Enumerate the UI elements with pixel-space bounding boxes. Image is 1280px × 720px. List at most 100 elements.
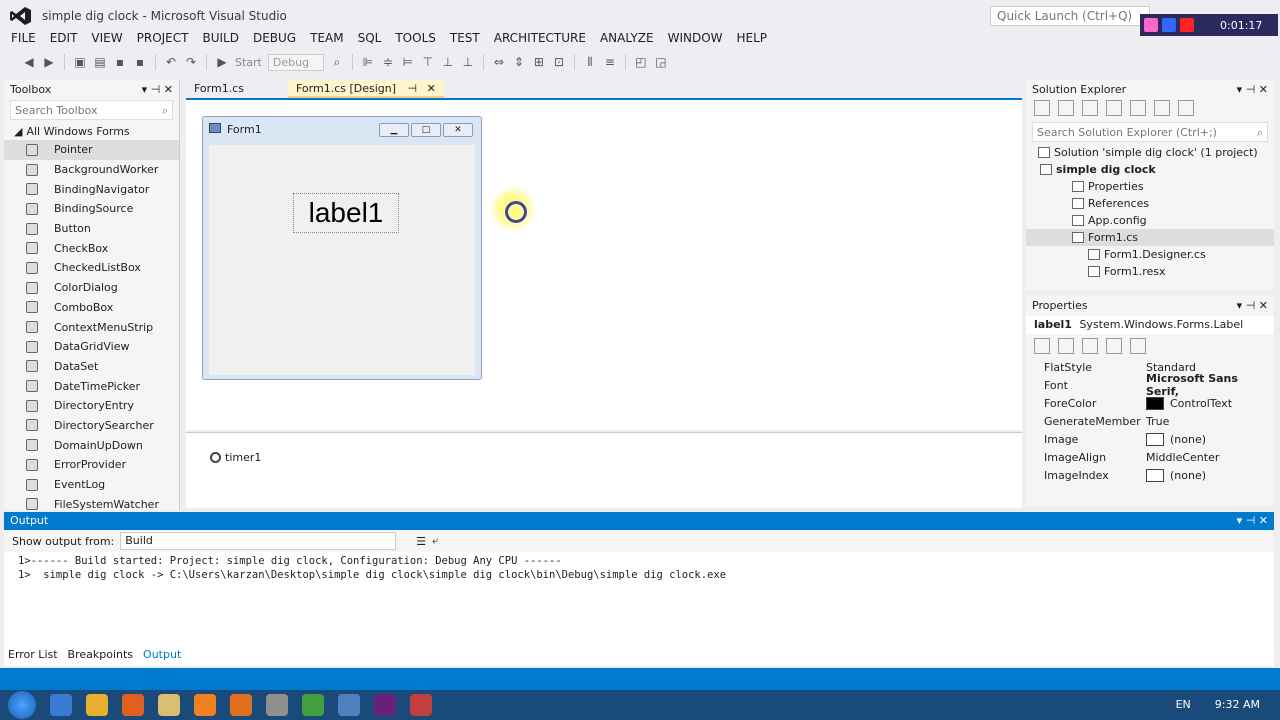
start-button[interactable]: Start bbox=[235, 56, 262, 69]
ie-icon[interactable] bbox=[50, 694, 72, 716]
property-value[interactable]: True bbox=[1146, 415, 1274, 428]
vertical-spacing-icon[interactable]: ≡ bbox=[603, 55, 617, 69]
toolbox-item[interactable]: DateTimePicker bbox=[4, 376, 179, 396]
solution-tree-item[interactable]: Properties bbox=[1026, 178, 1274, 195]
property-value[interactable]: (none) bbox=[1146, 468, 1274, 482]
property-value[interactable]: Microsoft Sans Serif, bbox=[1146, 372, 1274, 398]
clock[interactable]: 9:32 AM bbox=[1215, 698, 1260, 711]
start-button[interactable] bbox=[8, 691, 36, 719]
back-icon[interactable]: ◀ bbox=[22, 55, 36, 69]
app-icon[interactable] bbox=[410, 694, 432, 716]
toolbox-item[interactable]: BindingNavigator bbox=[4, 179, 179, 199]
panel-controls[interactable]: ▾ ⊣ ✕ bbox=[1237, 514, 1268, 528]
toolbox-item[interactable]: DataGridView bbox=[4, 337, 179, 357]
panel-controls[interactable]: ▾ ⊣ ✕ bbox=[1237, 299, 1268, 312]
save-all-icon[interactable]: ▪ bbox=[133, 55, 147, 69]
property-value[interactable]: (none) bbox=[1146, 432, 1274, 446]
folder-icon[interactable] bbox=[158, 694, 180, 716]
menu-tools[interactable]: TOOLS bbox=[388, 31, 443, 51]
make-same-height-icon[interactable]: ⇕ bbox=[512, 55, 526, 69]
forward-icon[interactable]: ▶ bbox=[42, 55, 56, 69]
firefox-icon[interactable] bbox=[122, 694, 144, 716]
toolbox-item[interactable]: DirectoryEntry bbox=[4, 396, 179, 416]
menu-test[interactable]: TEST bbox=[443, 31, 487, 51]
refresh-icon[interactable] bbox=[1130, 100, 1146, 116]
property-row[interactable]: Image (none) bbox=[1026, 430, 1274, 448]
property-row[interactable]: ImageAlign MiddleCenter bbox=[1026, 448, 1274, 466]
timer1-component[interactable]: timer1 bbox=[210, 451, 261, 464]
tab-form1-cs[interactable]: Form1.cs bbox=[186, 80, 252, 98]
toolbox-item[interactable]: Pointer bbox=[4, 140, 179, 160]
property-row[interactable]: GenerateMember True bbox=[1026, 412, 1274, 430]
forward-icon[interactable] bbox=[1058, 100, 1074, 116]
align-lefts-icon[interactable]: ⊫ bbox=[361, 55, 375, 69]
toolbox-section-all-windows-forms[interactable]: ◢ All Windows Forms bbox=[4, 122, 179, 140]
visual-studio-icon[interactable] bbox=[374, 694, 396, 716]
tab-form1-design[interactable]: Form1.cs [Design] ⊣ ✕ bbox=[287, 80, 444, 98]
pin-icon[interactable]: ⊣ bbox=[408, 82, 418, 95]
size-to-grid-icon[interactable]: ⊡ bbox=[552, 55, 566, 69]
events-icon[interactable] bbox=[1106, 338, 1122, 354]
make-same-size-icon[interactable]: ⊞ bbox=[532, 55, 546, 69]
toolbox-item[interactable]: ContextMenuStrip bbox=[4, 317, 179, 337]
stop-icon[interactable] bbox=[1180, 18, 1194, 32]
menu-view[interactable]: VIEW bbox=[84, 31, 129, 51]
horizontal-spacing-icon[interactable]: ⫴ bbox=[583, 55, 597, 69]
solution-search-input[interactable]: Search Solution Explorer (Ctrl+;) ⌕ bbox=[1032, 122, 1268, 142]
form-designer-surface[interactable]: Form1 ▁ □ ✕ label1 bbox=[186, 98, 1022, 430]
toolbox-item[interactable]: BackgroundWorker bbox=[4, 160, 179, 180]
redo-icon[interactable]: ↷ bbox=[184, 55, 198, 69]
record-icon[interactable] bbox=[1144, 18, 1158, 32]
property-row[interactable]: ImageIndex (none) bbox=[1026, 466, 1274, 484]
quick-launch-input[interactable]: Quick Launch (Ctrl+Q) bbox=[990, 6, 1150, 26]
toolbox-item[interactable]: EventLog bbox=[4, 475, 179, 495]
menu-build[interactable]: BUILD bbox=[195, 31, 245, 51]
make-same-width-icon[interactable]: ⇔ bbox=[492, 55, 506, 69]
properties-icon[interactable] bbox=[1082, 338, 1098, 354]
properties-icon[interactable] bbox=[1178, 100, 1194, 116]
save-icon[interactable]: ▪ bbox=[113, 55, 127, 69]
toolbox-item[interactable]: CheckBox bbox=[4, 238, 179, 258]
solution-tree-item[interactable]: App.config bbox=[1026, 212, 1274, 229]
toolbox-item[interactable]: Button bbox=[4, 219, 179, 239]
menu-help[interactable]: HELP bbox=[730, 31, 775, 51]
show-output-from-select[interactable]: Build bbox=[120, 532, 397, 550]
object-selector[interactable]: label1 System.Windows.Forms.Label bbox=[1026, 316, 1274, 334]
menu-architecture[interactable]: ARCHITECTURE bbox=[487, 31, 593, 51]
toolbox-item[interactable]: DirectorySearcher bbox=[4, 416, 179, 436]
toolbox-item[interactable]: ColorDialog bbox=[4, 278, 179, 298]
bottom-tab[interactable]: Error List bbox=[4, 646, 62, 663]
open-icon[interactable]: ▤ bbox=[93, 55, 107, 69]
solution-tree-item[interactable]: References bbox=[1026, 195, 1274, 212]
property-value[interactable]: ControlText bbox=[1146, 396, 1274, 410]
language-indicator[interactable]: EN bbox=[1176, 698, 1191, 711]
align-tops-icon[interactable]: ⊤ bbox=[421, 55, 435, 69]
toolbox-item[interactable]: DataSet bbox=[4, 357, 179, 377]
menu-debug[interactable]: DEBUG bbox=[246, 31, 303, 51]
toolbox-item[interactable]: BindingSource bbox=[4, 199, 179, 219]
find-icon[interactable]: ⌕ bbox=[330, 55, 344, 69]
align-rights-icon[interactable]: ⊨ bbox=[401, 55, 415, 69]
menu-sql[interactable]: SQL bbox=[351, 31, 389, 51]
align-centers-icon[interactable]: ≑ bbox=[381, 55, 395, 69]
vlc-icon[interactable] bbox=[230, 694, 252, 716]
bottom-tab[interactable]: Output bbox=[139, 646, 185, 663]
menu-edit[interactable]: EDIT bbox=[43, 31, 85, 51]
media-player-icon[interactable] bbox=[194, 694, 216, 716]
toolbox-item[interactable]: DomainUpDown bbox=[4, 435, 179, 455]
form1-window[interactable]: Form1 ▁ □ ✕ label1 bbox=[202, 116, 482, 380]
home-icon[interactable] bbox=[1082, 100, 1098, 116]
toolbox-item[interactable]: ErrorProvider bbox=[4, 455, 179, 475]
align-middles-icon[interactable]: ⊥ bbox=[441, 55, 455, 69]
chrome-icon[interactable] bbox=[86, 694, 108, 716]
solution-tree-item[interactable]: Form1.Designer.cs bbox=[1026, 246, 1274, 263]
start-icon[interactable]: ▶ bbox=[215, 55, 229, 69]
form-client-area[interactable]: label1 bbox=[209, 145, 475, 375]
back-icon[interactable] bbox=[1034, 100, 1050, 116]
word-wrap-icon[interactable]: ⤶ bbox=[432, 534, 438, 548]
toolbox-item[interactable]: ComboBox bbox=[4, 298, 179, 318]
label1-control[interactable]: label1 bbox=[293, 193, 399, 233]
pause-icon[interactable] bbox=[1162, 18, 1176, 32]
menu-team[interactable]: TEAM bbox=[303, 31, 350, 51]
solution-tree-item[interactable]: Solution 'simple dig clock' (1 project) bbox=[1026, 144, 1274, 161]
